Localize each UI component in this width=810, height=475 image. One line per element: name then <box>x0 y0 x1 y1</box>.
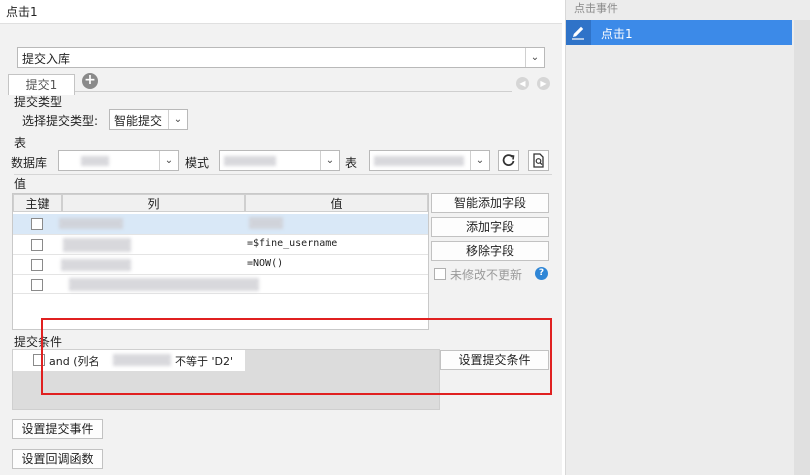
section-divider <box>14 174 552 175</box>
blurred-table-name <box>374 156 464 166</box>
table-row[interactable] <box>13 214 428 234</box>
database-label: 数据库 <box>11 156 48 170</box>
set-submit-event-button[interactable]: 设置提交事件 <box>12 419 103 439</box>
event-item-click1[interactable]: 点击1 <box>566 20 792 45</box>
set-callback-button[interactable]: 设置回调函数 <box>12 449 103 469</box>
key-column-header: 主键 <box>13 194 62 212</box>
tab-scroll-left-icon[interactable]: ◀ <box>516 77 529 90</box>
chevron-down-icon: ⌄ <box>320 151 339 170</box>
submit-type-section-label: 提交类型 <box>14 95 63 109</box>
tab-label: 提交1 <box>25 78 58 92</box>
event-panel: 点击事件 点击1 <box>565 0 810 475</box>
tab-scroll-right-icon[interactable]: ▶ <box>537 77 550 90</box>
blurred-column-name <box>69 278 259 291</box>
scrollbar[interactable] <box>794 20 810 475</box>
primary-key-checkbox[interactable] <box>31 259 43 271</box>
table-select[interactable]: ⌄ <box>369 150 490 171</box>
smart-add-field-button[interactable]: 智能添加字段 <box>431 193 549 213</box>
submit-type-value: 智能提交 <box>114 114 163 128</box>
chevron-down-icon: ⌄ <box>470 151 489 170</box>
chevron-down-icon: ⌄ <box>168 110 187 129</box>
table-label: 表 <box>345 156 358 170</box>
action-select-value: 提交入库 <box>22 52 71 66</box>
refresh-icon[interactable] <box>498 150 519 171</box>
action-select[interactable]: 提交入库 ⌄ <box>17 47 545 68</box>
add-field-button[interactable]: 添加字段 <box>431 217 549 237</box>
dialog-title: 点击1 <box>0 0 562 24</box>
primary-key-checkbox[interactable] <box>31 239 43 251</box>
event-panel-header: 点击事件 <box>574 2 618 15</box>
blurred-column-name <box>61 259 131 271</box>
blurred-column-name <box>63 238 131 252</box>
tab-submit-1[interactable]: 提交1 <box>8 74 75 95</box>
submit-type-label: 选择提交类型: <box>22 114 99 128</box>
no-update-label: 未修改不更新 <box>450 268 523 282</box>
column-column-header: 列 <box>62 194 245 212</box>
schema-label: 模式 <box>185 156 210 170</box>
primary-key-checkbox[interactable] <box>31 218 43 230</box>
primary-key-checkbox[interactable] <box>31 279 43 291</box>
row-value: =NOW() <box>247 258 284 269</box>
blurred-value <box>249 217 283 229</box>
table-row[interactable] <box>13 274 428 294</box>
chevron-down-icon: ⌄ <box>159 151 178 170</box>
table-section-label: 表 <box>14 136 27 150</box>
remove-field-button[interactable]: 移除字段 <box>431 241 549 261</box>
blurred-database-name <box>81 156 109 166</box>
event-item-label: 点击1 <box>601 27 633 41</box>
submit-type-select[interactable]: 智能提交 ⌄ <box>109 109 188 130</box>
value-column-header: 值 <box>245 194 428 212</box>
schema-select[interactable]: ⌄ <box>219 150 340 171</box>
table-row[interactable]: =$fine_username <box>13 234 428 254</box>
highlight-box <box>41 318 552 395</box>
no-update-checkbox[interactable] <box>434 268 446 280</box>
blurred-schema-name <box>224 156 276 166</box>
tab-divider <box>75 91 512 92</box>
chevron-down-icon: ⌄ <box>525 48 544 67</box>
fields-table: 主键 列 值 =$fine_username =NOW() <box>12 193 429 330</box>
add-tab-icon[interactable]: + <box>82 73 98 89</box>
help-icon[interactable]: ? <box>535 267 548 280</box>
submit-dialog: 点击1 提交入库 ⌄ 提交1 + ◀ ▶ 提交类型 选择提交类型: 智能提交 ⌄… <box>0 0 562 475</box>
preview-table-icon[interactable] <box>528 150 549 171</box>
row-value: =$fine_username <box>247 238 338 249</box>
edit-icon[interactable] <box>566 20 591 45</box>
blurred-column-name <box>59 218 123 229</box>
table-row[interactable]: =NOW() <box>13 254 428 274</box>
database-select[interactable]: ⌄ <box>58 150 179 171</box>
values-section-label: 值 <box>14 177 27 191</box>
